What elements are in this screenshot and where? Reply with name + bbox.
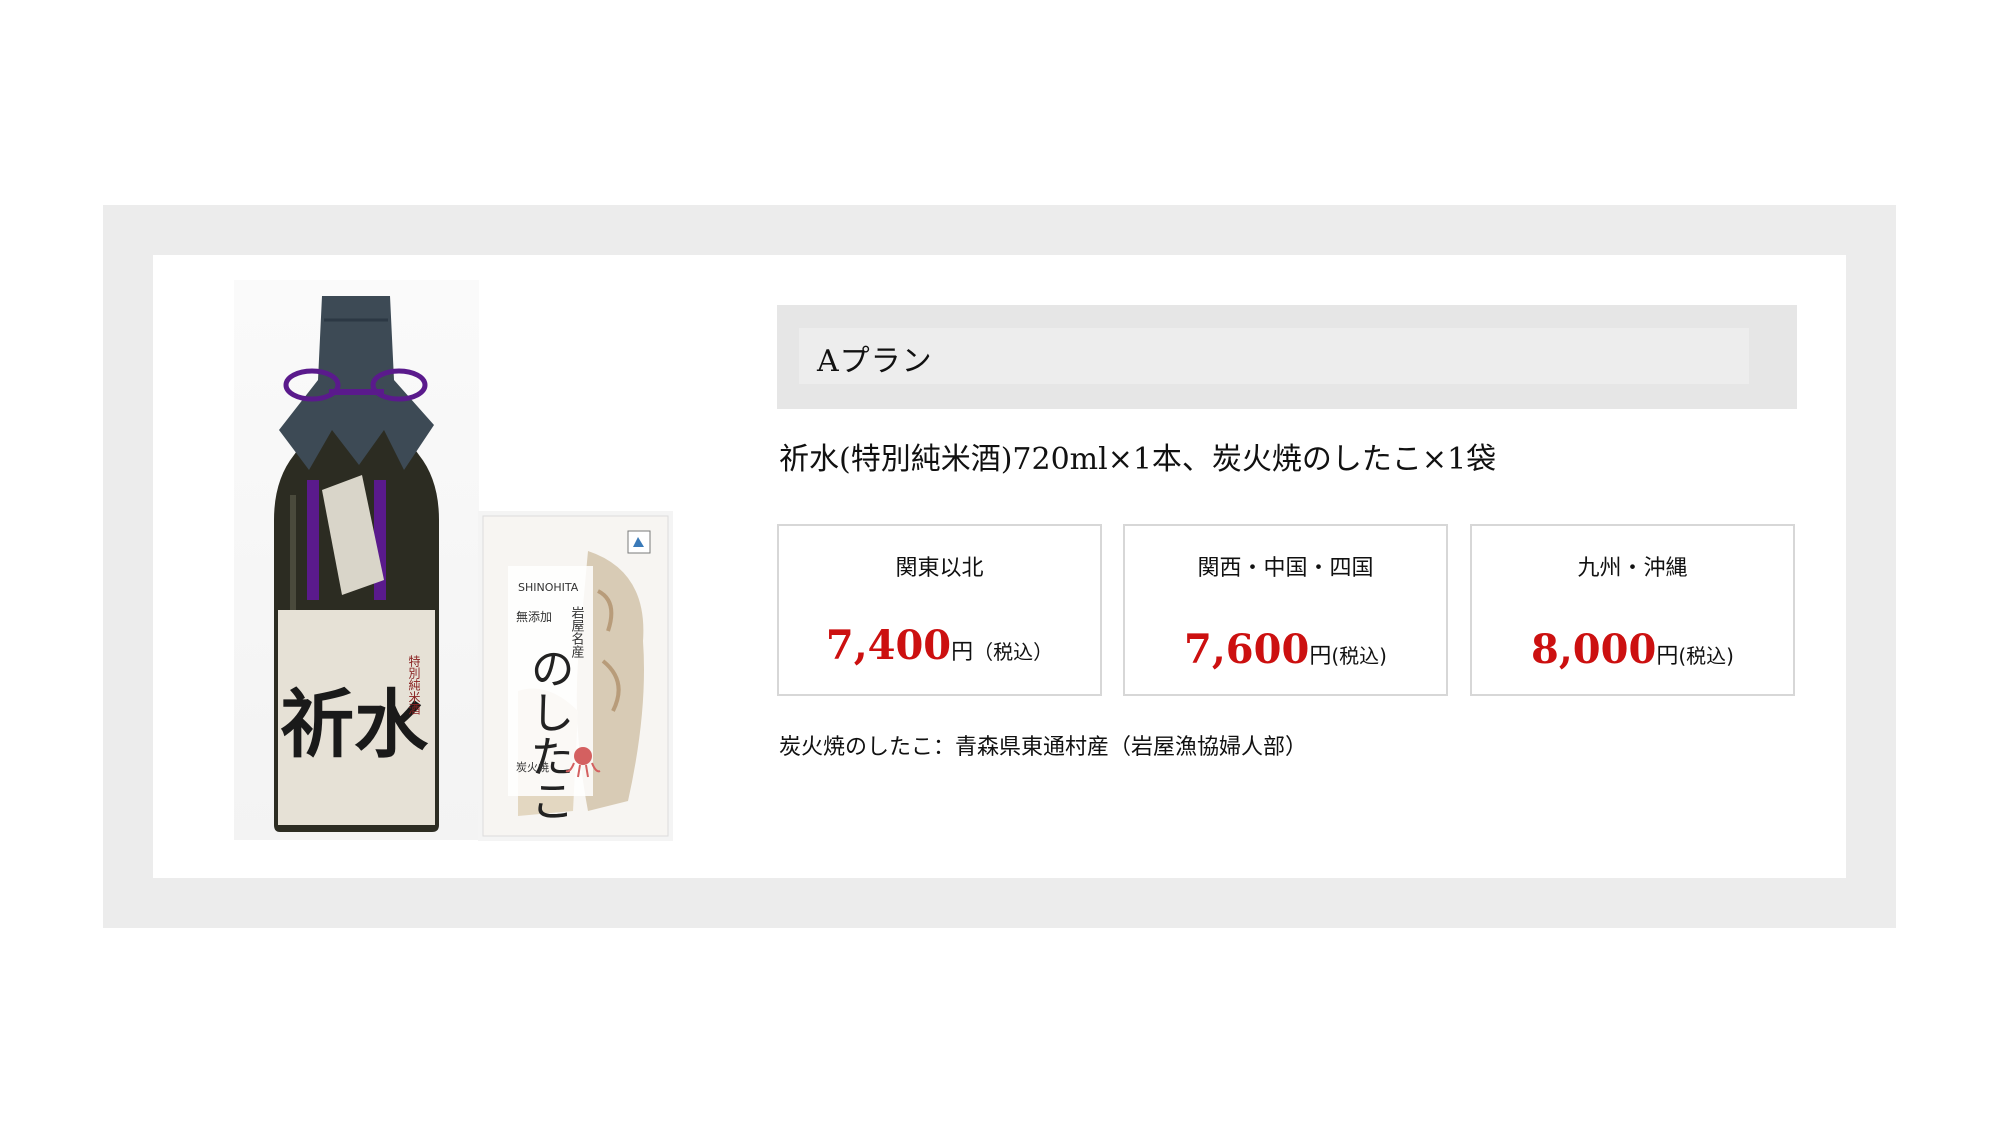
snack-main-text: のしたこ bbox=[523, 646, 574, 822]
snack-additive-text: 無添加 bbox=[516, 609, 552, 624]
origin-note: 炭火焼のしたこ：青森県東通村産（岩屋漁協婦人部） bbox=[779, 735, 1308, 760]
plan-description: 祈水(特別純米酒)720ml×1本、炭火焼のしたこ×1袋 bbox=[779, 442, 1497, 477]
price-amount: 7,400 bbox=[825, 622, 952, 669]
price-line: 8,000円(税込) bbox=[1472, 626, 1793, 673]
region-name: 関西・中国・四国 bbox=[1197, 556, 1374, 581]
price-unit: 円 bbox=[1656, 644, 1679, 669]
price-box-kanto: 関東以北 7,400円（税込） bbox=[777, 524, 1102, 696]
plan-header-inner: Aプラン bbox=[799, 328, 1749, 384]
snack-brand-text: SHINOHITA bbox=[518, 581, 579, 594]
shitako-package-image: SHINOHITA 岩屋名産 無添加 のしたこ 炭火焼 bbox=[478, 511, 673, 841]
price-unit: 円 bbox=[951, 640, 974, 665]
plan-header: Aプラン bbox=[777, 305, 1797, 409]
snack-package-illustration: SHINOHITA 岩屋名産 無添加 のしたこ 炭火焼 bbox=[482, 515, 669, 837]
price-line: 7,400円（税込） bbox=[779, 622, 1100, 669]
tax-note: （税込） bbox=[973, 640, 1054, 664]
sake-bottle-illustration: 祈水 特別純米酒 bbox=[274, 296, 439, 832]
tax-note: (税込) bbox=[1331, 644, 1387, 668]
region-name: 関東以北 bbox=[895, 556, 984, 581]
price-amount: 8,000 bbox=[1531, 626, 1657, 673]
tax-note: (税込) bbox=[1678, 644, 1734, 668]
bottle-sublabel-text: 特別純米酒 bbox=[407, 654, 421, 715]
price-box-kyushu: 九州・沖縄 8,000円(税込) bbox=[1470, 524, 1795, 696]
snack-method-text: 炭火焼 bbox=[516, 761, 549, 774]
sake-bottle-image: 祈水 特別純米酒 bbox=[234, 280, 479, 840]
product-card: 祈水 特別純米酒 SHINOHITA 岩屋名産 無添加 のしたこ 炭火焼 Aプラ… bbox=[153, 255, 1846, 878]
price-line: 7,600円(税込) bbox=[1125, 626, 1446, 673]
price-unit: 円 bbox=[1309, 644, 1332, 669]
price-amount: 7,600 bbox=[1184, 626, 1310, 673]
plan-title: Aプラン bbox=[817, 344, 933, 379]
region-name: 九州・沖縄 bbox=[1577, 556, 1688, 581]
octopus-icon bbox=[574, 747, 592, 765]
outer-frame: 祈水 特別純米酒 SHINOHITA 岩屋名産 無添加 のしたこ 炭火焼 Aプラ… bbox=[103, 205, 1896, 928]
price-box-kansai: 関西・中国・四国 7,600円(税込) bbox=[1123, 524, 1448, 696]
